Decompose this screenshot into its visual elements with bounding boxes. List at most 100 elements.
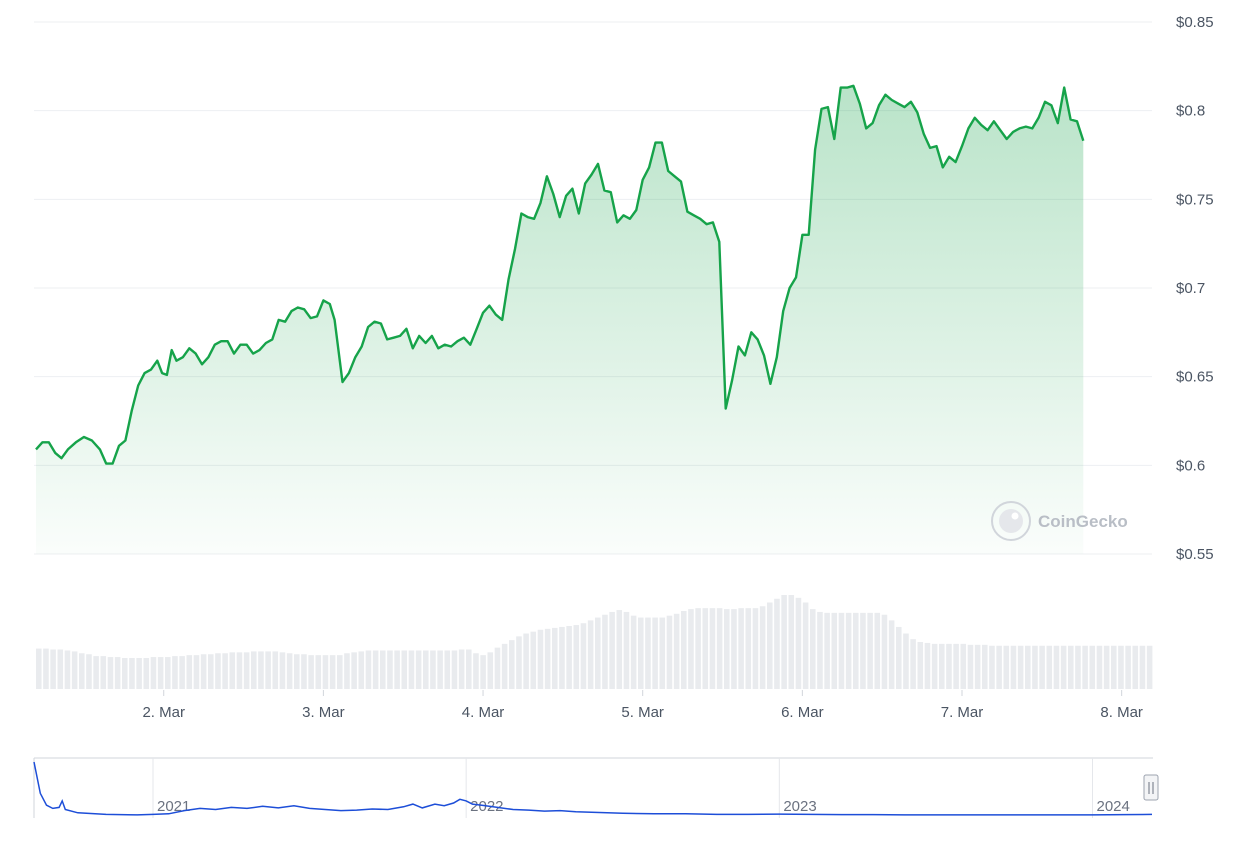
- volume-bar: [272, 651, 279, 689]
- volume-bar: [1089, 645, 1096, 689]
- volume-bar: [1017, 645, 1024, 689]
- volume-bar: [817, 611, 823, 689]
- y-tick-label: $0.55: [1176, 546, 1214, 563]
- volume-bar: [1125, 645, 1131, 689]
- volume-bar: [616, 610, 623, 689]
- volume-bar: [215, 653, 221, 689]
- navigator-handle[interactable]: [1143, 774, 1159, 801]
- volume-bar: [516, 636, 522, 689]
- volume-bar: [329, 655, 336, 689]
- volume-bar: [430, 650, 436, 689]
- volume-bar: [1046, 645, 1053, 689]
- volume-bar: [638, 617, 644, 689]
- volume-bar: [559, 626, 565, 689]
- volume-bar: [652, 617, 658, 689]
- volume-bar: [523, 633, 529, 689]
- volume-bar: [702, 608, 709, 689]
- x-tick-label: 6. Mar: [781, 704, 824, 721]
- range-navigator[interactable]: 2021 2022 2023 2024: [33, 757, 1159, 818]
- navigator-year-label: 2024: [1096, 798, 1129, 815]
- volume-bar: [974, 644, 981, 689]
- volume-bar: [623, 611, 630, 689]
- volume-bar: [1096, 645, 1103, 689]
- volume-bar: [229, 652, 236, 689]
- volume-bar: [79, 653, 85, 689]
- volume-bar: [437, 650, 443, 689]
- volume-bar: [365, 650, 372, 689]
- volume-bar: [688, 609, 694, 689]
- volume-bar: [107, 657, 114, 689]
- volume-bar: [43, 648, 49, 689]
- volume-bar: [1111, 645, 1117, 689]
- volume-bar: [946, 643, 952, 689]
- volume-bar: [165, 657, 171, 689]
- volume-bar: [351, 652, 357, 689]
- volume-bar: [709, 608, 716, 689]
- volume-bar: [451, 650, 458, 689]
- volume-bar: [236, 652, 243, 689]
- y-axis: $0.55 $0.6 $0.65 $0.7 $0.75 $0.8 $0.85: [1176, 14, 1214, 563]
- volume-bar: [423, 650, 429, 689]
- volume-bar: [150, 657, 157, 689]
- volume-bar: [387, 650, 393, 689]
- volume-bar: [308, 655, 314, 689]
- volume-bar: [788, 595, 795, 689]
- volume-bar: [394, 650, 400, 689]
- volume-bar: [681, 610, 687, 689]
- volume-bar: [853, 612, 859, 689]
- price-chart: $0.55 $0.6 $0.65 $0.7 $0.75 $0.8 $0.85 CoinGec…: [33, 14, 1214, 818]
- volume-bar: [86, 654, 92, 689]
- volume-bar: [1075, 645, 1081, 689]
- volume-bar: [960, 643, 967, 689]
- volume-bar: [200, 654, 207, 689]
- volume-bar: [752, 608, 759, 689]
- volume-bar: [222, 653, 228, 689]
- volume-bar: [924, 642, 931, 689]
- volume-bar: [1118, 645, 1124, 689]
- volume-bar: [738, 608, 744, 689]
- volume-bar: [1010, 645, 1017, 689]
- volume-bar: [186, 655, 193, 689]
- volume-bar: [179, 656, 185, 689]
- volume-bar: [537, 629, 544, 689]
- volume-bar: [444, 650, 451, 689]
- y-tick-label: $0.75: [1176, 191, 1214, 208]
- x-tick-label: 2. Mar: [142, 704, 185, 721]
- volume-bar: [458, 649, 465, 689]
- volume-bar: [100, 656, 107, 689]
- x-tick-label: 8. Mar: [1100, 704, 1143, 721]
- volume-bar: [767, 602, 773, 689]
- volume-bar: [1032, 645, 1038, 689]
- volume-bar: [939, 643, 945, 689]
- volume-bar: [989, 645, 995, 689]
- volume-bar: [71, 651, 78, 689]
- volume-bar: [36, 648, 42, 689]
- volume-bar: [602, 614, 608, 689]
- volume-bar: [494, 647, 501, 689]
- volume-bar: [136, 657, 142, 689]
- volume-bar: [673, 613, 680, 689]
- volume-bar: [1053, 645, 1060, 689]
- volume-bar: [552, 627, 558, 689]
- volume-bar: [251, 651, 257, 689]
- volume-bar: [860, 612, 866, 689]
- volume-bar: [982, 644, 988, 689]
- volume-bar: [509, 640, 515, 689]
- volume-bar: [1060, 645, 1067, 689]
- y-tick-label: $0.7: [1176, 280, 1205, 297]
- price-area: [36, 85, 1084, 555]
- volume-bar: [57, 649, 64, 689]
- volume-bar: [795, 597, 802, 689]
- x-axis: 2. Mar 3. Mar 4. Mar 5. Mar 6. Mar 7. Mar 8. M…: [142, 690, 1143, 721]
- y-tick-label: $0.6: [1176, 457, 1205, 474]
- volume-bar: [473, 653, 479, 689]
- volume-bar: [415, 650, 422, 689]
- x-tick-label: 7. Mar: [941, 704, 984, 721]
- volume-bar: [759, 606, 766, 689]
- volume-bar: [996, 645, 1002, 689]
- volume-bar: [258, 651, 264, 689]
- volume-bar: [695, 608, 701, 689]
- volume-bar: [781, 595, 787, 689]
- volume-bar: [50, 649, 56, 689]
- volume-bar: [286, 653, 293, 689]
